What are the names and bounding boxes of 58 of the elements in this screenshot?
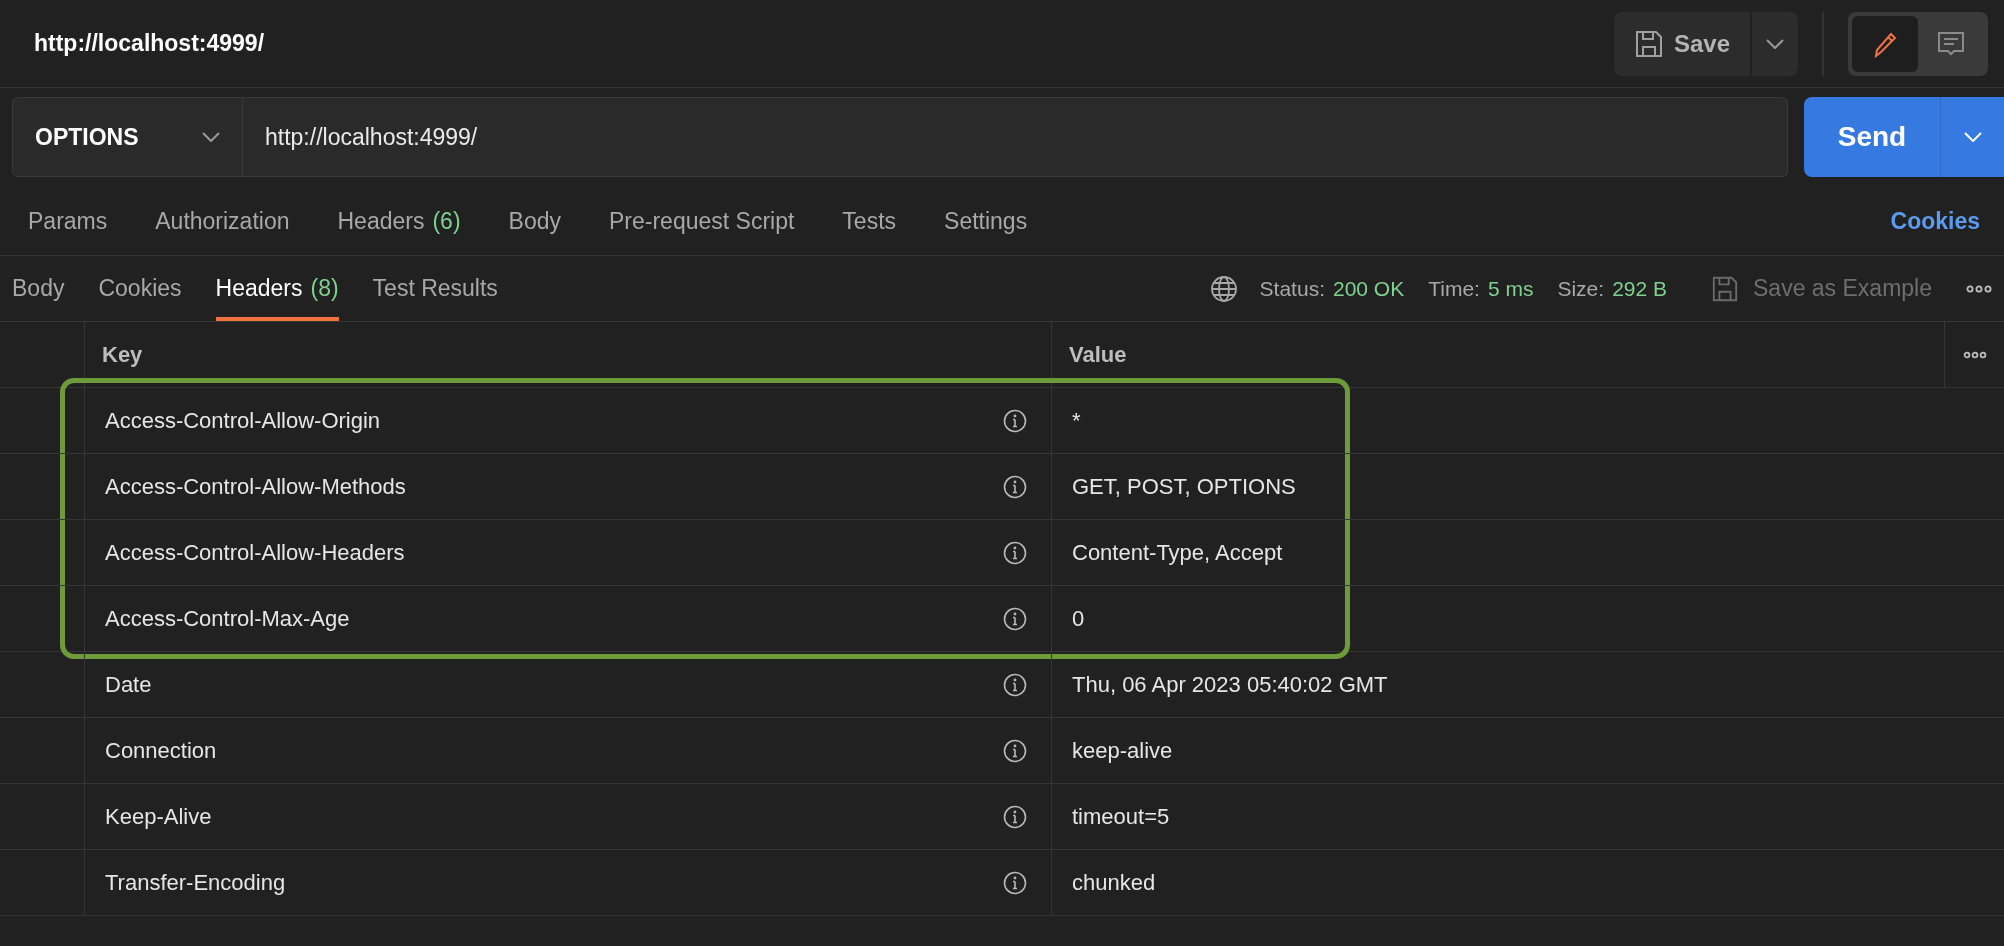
ellipsis-icon [1962,350,1987,359]
header-key: Date [105,668,1003,701]
header-value: timeout=5 [1072,803,1170,831]
method-dropdown[interactable]: OPTIONS [12,97,243,177]
chevron-down-icon [1766,38,1784,49]
header-key: Access-Control-Allow-Methods [105,470,1003,503]
time-label: Time: [1428,275,1480,302]
tab[interactable]: Params [28,200,108,243]
tab[interactable]: Pre-request Script [609,200,795,243]
cookies-link[interactable]: Cookies [1890,204,1980,239]
save-button[interactable]: Save [1613,11,1750,76]
tab[interactable]: Settings [944,200,1028,243]
ellipsis-icon [1966,284,1992,293]
tab[interactable]: Tests [842,200,897,243]
size-label: Size: [1557,275,1605,302]
info-icon [1003,870,1027,895]
info-icon [1003,474,1027,499]
column-header: Key [102,341,143,369]
header-value: Content-Type, Accept [1072,539,1283,567]
tab[interactable]: Test Results [372,256,498,321]
header-value: chunked [1072,869,1156,897]
info-icon [1003,672,1027,697]
request-title: http://localhost:4999/ [34,29,265,59]
header-value: 0 [1072,605,1085,633]
url-field[interactable]: http://localhost:4999/ [243,97,1788,177]
more-options-button[interactable] [1962,350,1987,359]
tab[interactable]: Headers (8) [215,256,339,321]
size-value: 292 B [1612,275,1667,302]
tab[interactable]: Authorization [155,200,290,243]
chevron-down-icon [1963,132,1982,142]
info-icon [1003,540,1027,565]
comment-icon [1937,29,1965,58]
header-key: Access-Control-Max-Age [105,602,1003,635]
header-value: keep-alive [1072,737,1173,765]
header-key: Keep-Alive [105,800,1003,833]
time-value: 5 ms [1487,275,1534,302]
tab[interactable]: Body [508,200,561,243]
header-key: Connection [105,734,1003,767]
tab[interactable]: Headers (6) [337,200,461,243]
edit-mode-button[interactable] [1852,15,1918,72]
header-key: Transfer-Encoding [105,866,1003,899]
info-icon [1003,738,1027,763]
status-label: Status: [1259,275,1325,302]
status-value: 200 OK [1332,275,1405,302]
info-icon [1003,606,1027,631]
tab[interactable]: Cookies [98,256,182,321]
column-header: Value [1069,341,1127,369]
header-value: GET, POST, OPTIONS [1072,473,1296,501]
globe-icon [1209,274,1238,303]
header-key: Access-Control-Allow-Origin [105,404,1003,437]
more-options-button[interactable] [1966,284,1992,293]
header-key: Access-Control-Allow-Headers [105,536,1003,569]
header-value: * [1072,407,1081,435]
info-icon [1003,804,1027,829]
info-icon [1003,408,1027,433]
tab[interactable]: Body [12,256,65,321]
header-value: Thu, 06 Apr 2023 05:40:02 GMT [1072,671,1388,699]
chevron-down-icon [202,132,220,142]
